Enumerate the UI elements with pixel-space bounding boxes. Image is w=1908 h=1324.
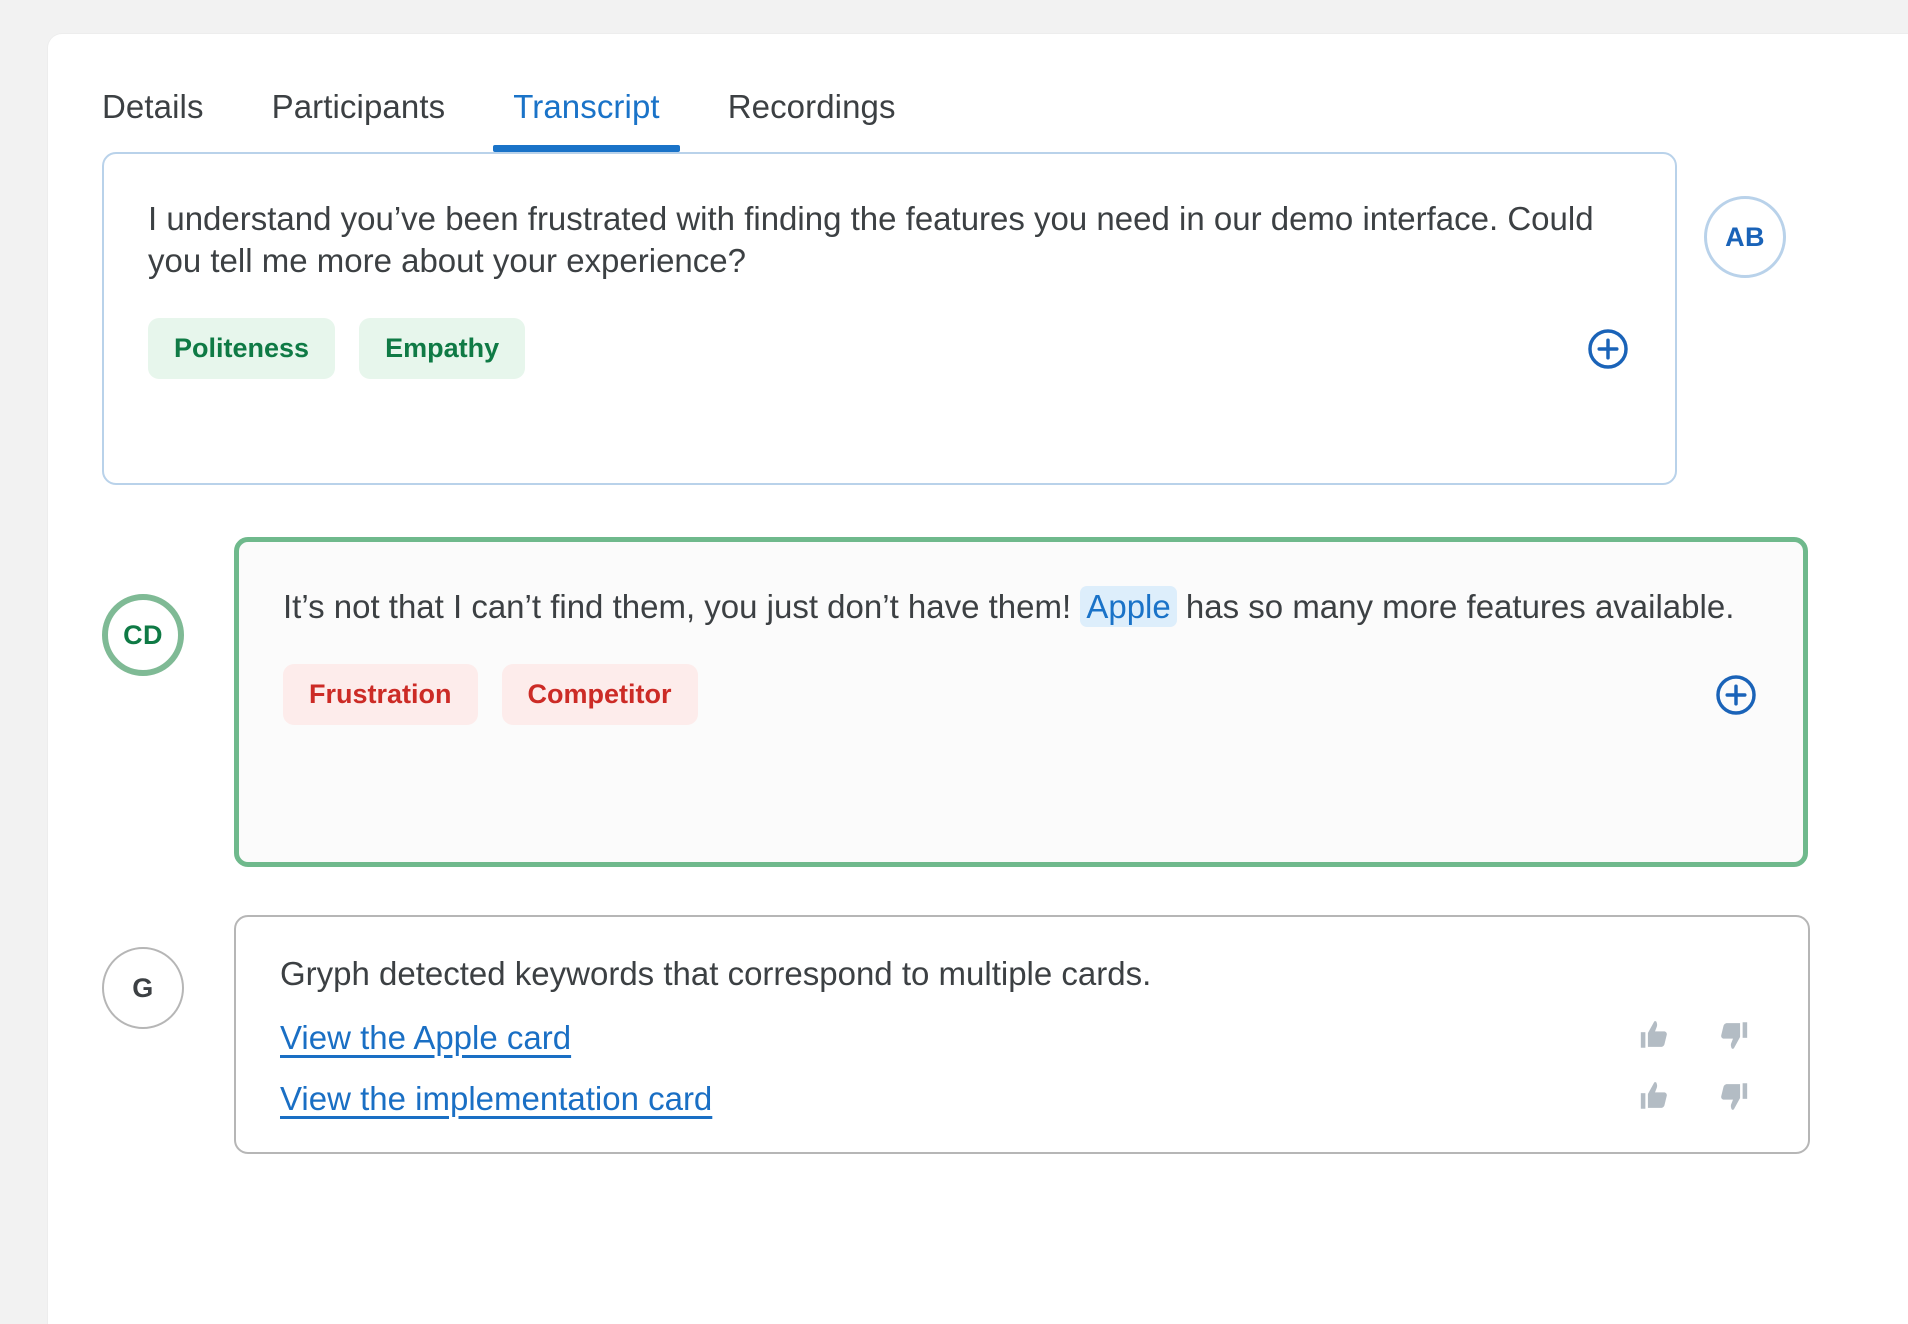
system-message: G Gryph detected keywords that correspon… [48, 915, 1908, 1155]
tab-transcript-label: Transcript [513, 88, 660, 125]
tag-list: Frustration Competitor [283, 664, 698, 726]
tag-politeness[interactable]: Politeness [148, 318, 336, 380]
plus-circle-icon [1588, 329, 1628, 369]
avatar-initials: G [132, 972, 154, 1003]
tag-row: Frustration Competitor [283, 664, 1759, 726]
tag-list: Politeness Empathy [148, 318, 526, 380]
tag-row: Politeness Empathy [148, 318, 1631, 380]
transcript-message: CD It’s not that I can’t find them, you … [48, 537, 1908, 867]
thumbs-up-icon[interactable] [1638, 1079, 1672, 1118]
tab-details-label: Details [102, 88, 204, 125]
tag-frustration[interactable]: Frustration [283, 664, 478, 726]
avatar-initials: AB [1725, 221, 1765, 252]
add-tag-button[interactable] [1713, 672, 1759, 718]
message-text-part-2: has so many more features available. [1176, 588, 1735, 625]
avatar-ab[interactable]: AB [1704, 196, 1786, 278]
avatar-gryph[interactable]: G [102, 947, 184, 1029]
tab-transcript[interactable]: Transcript [479, 88, 693, 152]
transcript-panel: Details Participants Transcript Recordin… [48, 34, 1908, 1324]
message-bubble-agent[interactable]: I understand you’ve been frustrated with… [102, 152, 1677, 485]
link-view-apple-card[interactable]: View the Apple card [280, 1019, 571, 1057]
feedback-controls [1638, 1018, 1764, 1057]
system-message-bubble: Gryph detected keywords that correspond … [234, 915, 1810, 1155]
system-message-text: Gryph detected keywords that correspond … [280, 955, 1152, 992]
tab-details[interactable]: Details [102, 88, 238, 152]
tab-recordings[interactable]: Recordings [694, 88, 930, 152]
avatar-cd[interactable]: CD [102, 594, 184, 676]
tab-participants[interactable]: Participants [238, 88, 480, 152]
tag-empathy[interactable]: Empathy [359, 318, 526, 380]
avatar-initials: CD [123, 619, 163, 650]
transcript-message: I understand you’ve been frustrated with… [48, 152, 1908, 485]
keyword-highlight-apple[interactable]: Apple [1080, 586, 1177, 627]
add-tag-button[interactable] [1585, 326, 1631, 372]
transcript-list: I understand you’ve been frustrated with… [48, 152, 1908, 1155]
message-text: It’s not that I can’t find them, you jus… [283, 586, 1759, 628]
thumbs-up-icon[interactable] [1638, 1018, 1672, 1057]
system-link-row: View the Apple card [280, 1018, 1764, 1057]
plus-circle-icon [1716, 674, 1756, 715]
tab-participants-label: Participants [271, 88, 446, 125]
feedback-controls [1638, 1079, 1764, 1118]
link-view-implementation-card[interactable]: View the implementation card [280, 1080, 712, 1118]
message-text: I understand you’ve been frustrated with… [148, 200, 1594, 280]
message-bubble-customer-selected[interactable]: It’s not that I can’t find them, you jus… [234, 537, 1808, 867]
tab-bar: Details Participants Transcript Recordin… [48, 34, 1908, 152]
tab-recordings-label: Recordings [727, 88, 896, 125]
system-link-row: View the implementation card [280, 1079, 1764, 1118]
thumbs-down-icon[interactable] [1716, 1018, 1750, 1057]
message-text-part-1: It’s not that I can’t find them, you jus… [283, 588, 1081, 625]
tag-competitor[interactable]: Competitor [501, 664, 698, 726]
thumbs-down-icon[interactable] [1716, 1079, 1750, 1118]
